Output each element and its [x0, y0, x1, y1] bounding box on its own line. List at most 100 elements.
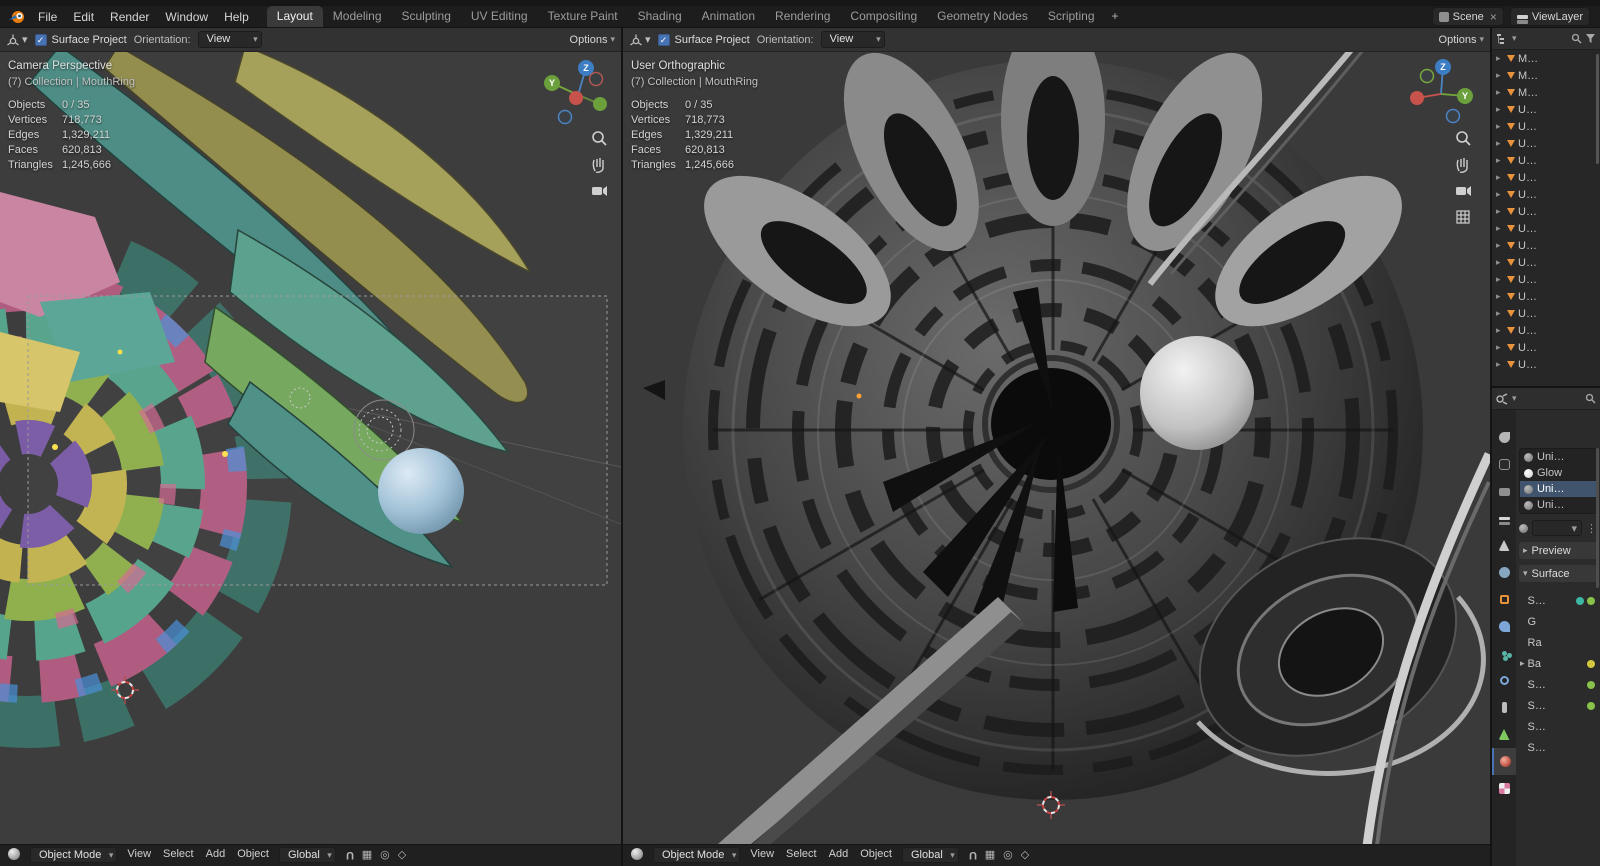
disclosure-triangle-icon[interactable]: ▸: [1496, 53, 1504, 64]
properties-tab-viewlayer[interactable]: [1492, 505, 1516, 532]
material-slot-uni2[interactable]: Uni…: [1520, 481, 1596, 497]
workspace-tab[interactable]: Scripting: [1038, 6, 1105, 27]
footer-menu-item[interactable]: View: [750, 848, 774, 860]
surface-section-header[interactable]: ▾ Surface: [1519, 565, 1597, 582]
properties-tab-texture[interactable]: [1492, 775, 1516, 802]
blue-sphere-object[interactable]: [378, 448, 464, 534]
scene-unlink-button[interactable]: ×: [1488, 10, 1497, 24]
menubar-item[interactable]: Edit: [65, 8, 102, 26]
outliner-editor[interactable]: ▾ ▸ M… ▸ M… ▸ M… ▸ U… ▸ U… ▸ U… ▸ U… ▸ U…: [1492, 28, 1600, 388]
outliner-row[interactable]: ▸ U…: [1492, 288, 1600, 305]
properties-tab-data[interactable]: [1492, 721, 1516, 748]
options-dropdown[interactable]: Options ▾: [1439, 34, 1484, 46]
disclosure-triangle-icon[interactable]: ▸: [1496, 138, 1504, 149]
snap-mode-icon[interactable]: ▦: [362, 848, 372, 861]
disclosure-triangle-icon[interactable]: ▸: [1496, 87, 1504, 98]
outliner-row[interactable]: ▸ U…: [1492, 305, 1600, 322]
footer-menu-item[interactable]: Object: [237, 848, 269, 860]
footer-menu-item[interactable]: View: [127, 848, 151, 860]
browse-material-icon[interactable]: [1519, 523, 1528, 533]
outliner-row[interactable]: ▸ U…: [1492, 135, 1600, 152]
surface-project-checkbox[interactable]: ✓ Surface Project: [34, 33, 127, 46]
properties-editor-icon[interactable]: [1496, 392, 1509, 405]
transform-orientation-dropdown[interactable]: Global ▾: [901, 847, 959, 863]
orientation-dropdown[interactable]: View ▾: [820, 31, 885, 48]
workspace-tab[interactable]: Shading: [628, 6, 692, 27]
outliner-row[interactable]: ▸ U…: [1492, 220, 1600, 237]
snap-mode-icon[interactable]: ▦: [985, 848, 995, 861]
disclosure-triangle-icon[interactable]: ▸: [1496, 359, 1504, 370]
menubar-item[interactable]: Help: [216, 8, 257, 26]
material-name-field[interactable]: ▾: [1532, 520, 1582, 536]
disclosure-triangle-icon[interactable]: ▸: [1496, 70, 1504, 81]
proportional-editing-icon[interactable]: ◎: [380, 848, 390, 861]
footer-menu-item[interactable]: Add: [829, 848, 849, 860]
workspace-tab[interactable]: Animation: [692, 6, 765, 27]
falloff-icon[interactable]: ◇: [1021, 848, 1029, 861]
properties-tab-physics[interactable]: [1492, 667, 1516, 694]
disclosure-triangle-icon[interactable]: ▸: [1496, 325, 1504, 336]
outliner-row[interactable]: ▸ U…: [1492, 254, 1600, 271]
property-field[interactable]: ▸ S…: [1516, 590, 1600, 611]
outliner-row[interactable]: ▸ U…: [1492, 339, 1600, 356]
properties-tab-render[interactable]: [1492, 451, 1516, 478]
outliner-row[interactable]: ▸ U…: [1492, 186, 1600, 203]
outliner-search-icon[interactable]: [1571, 33, 1582, 44]
disclosure-triangle-icon[interactable]: ▸: [1496, 291, 1504, 302]
disclosure-triangle-icon[interactable]: ▸: [1496, 172, 1504, 183]
properties-tab-object[interactable]: [1492, 586, 1516, 613]
property-field[interactable]: ▸ S…: [1516, 737, 1600, 758]
outliner-row[interactable]: ▸ U…: [1492, 237, 1600, 254]
footer-menu-item[interactable]: Select: [163, 848, 194, 860]
disclosure-triangle-icon[interactable]: ▸: [1496, 206, 1504, 217]
disclosure-triangle-icon[interactable]: ▸: [1496, 240, 1504, 251]
viewport-left-canvas[interactable]: Z Y: [0, 52, 621, 844]
scene-selector[interactable]: Scene ×: [1431, 7, 1504, 26]
properties-tab-world[interactable]: [1492, 559, 1516, 586]
editor-type-button[interactable]: ▾: [6, 33, 28, 47]
outliner-row[interactable]: ▸ U…: [1492, 152, 1600, 169]
properties-tab-particles[interactable]: [1492, 640, 1516, 667]
outliner-editor-icon[interactable]: [1496, 33, 1509, 45]
properties-editor[interactable]: ▾ Uni… Glow Uni… Uni… ▾ ⋮ ▸ Preview ▾ Su…: [1492, 388, 1600, 866]
material-slot-glow[interactable]: Glow: [1520, 465, 1596, 481]
preview-section-header[interactable]: ▸ Preview: [1519, 542, 1597, 559]
workspace-tab[interactable]: Compositing: [840, 6, 927, 27]
properties-scrollbar[interactable]: [1596, 448, 1599, 588]
properties-tab-tool[interactable]: [1492, 424, 1516, 451]
property-field[interactable]: ▸ Ba: [1516, 653, 1600, 674]
property-field[interactable]: ▸ G: [1516, 611, 1600, 632]
editor-type-button[interactable]: ▾: [629, 33, 651, 47]
properties-tab-material[interactable]: [1492, 748, 1516, 775]
workspace-tab[interactable]: Rendering: [765, 6, 840, 27]
material-slot-uni3[interactable]: Uni…: [1520, 497, 1596, 513]
footer-menu-item[interactable]: Select: [786, 848, 817, 860]
add-workspace-button[interactable]: +: [1105, 6, 1126, 27]
workspace-tab[interactable]: Layout: [266, 6, 323, 27]
property-field[interactable]: ▸ S…: [1516, 674, 1600, 695]
options-dropdown[interactable]: Options ▾: [570, 34, 615, 46]
snap-magnet-icon[interactable]: U: [346, 848, 354, 861]
proportional-editing-icon[interactable]: ◎: [1003, 848, 1013, 861]
outliner-row[interactable]: ▸ U…: [1492, 322, 1600, 339]
snap-magnet-icon[interactable]: U: [969, 848, 977, 861]
material-slot-uni1[interactable]: Uni…: [1520, 449, 1596, 465]
property-field[interactable]: ▸ Ra: [1516, 632, 1600, 653]
properties-tab-modifiers[interactable]: [1492, 613, 1516, 640]
property-field[interactable]: ▸ S…: [1516, 716, 1600, 737]
outliner-row[interactable]: ▸ M…: [1492, 67, 1600, 84]
falloff-icon[interactable]: ◇: [398, 848, 406, 861]
menubar-item[interactable]: Window: [157, 8, 216, 26]
orientation-dropdown[interactable]: View ▾: [197, 31, 262, 48]
mode-dropdown[interactable]: Object Mode ▾: [30, 847, 118, 863]
menubar-item[interactable]: File: [30, 8, 65, 26]
outliner-row[interactable]: ▸ U…: [1492, 203, 1600, 220]
disclosure-triangle-icon[interactable]: ▸: [1496, 342, 1504, 353]
outliner-filter-icon[interactable]: [1585, 33, 1596, 44]
outliner-row[interactable]: ▸ M…: [1492, 84, 1600, 101]
disclosure-triangle-icon[interactable]: ▸: [1496, 257, 1504, 268]
surface-project-checkbox[interactable]: ✓ Surface Project: [657, 33, 750, 46]
expand-caret-icon[interactable]: ▸: [1520, 658, 1525, 669]
menubar-item[interactable]: Render: [102, 8, 157, 26]
outliner-row[interactable]: ▸ U…: [1492, 101, 1600, 118]
